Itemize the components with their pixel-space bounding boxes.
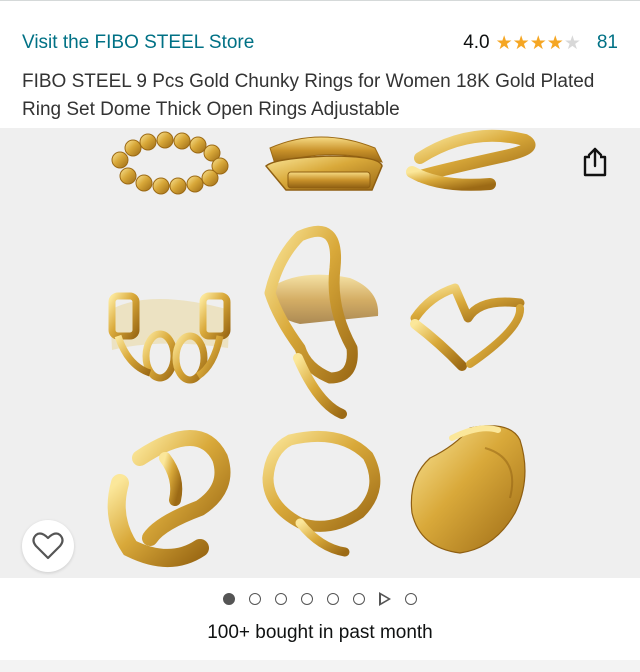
ring-abstract-loop (264, 225, 379, 419)
heart-icon (32, 532, 64, 560)
star-icon: ★ (512, 32, 530, 54)
product-image-gallery[interactable] (0, 128, 640, 578)
image-dot[interactable] (249, 593, 261, 605)
ring-chain-links (108, 292, 231, 384)
ring-zigzag (410, 283, 525, 371)
product-image (107, 129, 536, 567)
store-link[interactable]: Visit the FIBO STEEL Store (22, 32, 254, 54)
ring-open-oval (262, 430, 381, 557)
ring-dome-heart (410, 425, 526, 554)
image-dot[interactable] (301, 593, 313, 605)
video-play-icon[interactable] (379, 592, 391, 606)
image-dot[interactable] (353, 593, 365, 605)
product-title: FIBO STEEL 9 Pcs Gold Chunky Rings for W… (22, 71, 595, 120)
image-dot[interactable] (405, 593, 417, 605)
image-pagination (0, 588, 640, 610)
store-rating-row: Visit the FIBO STEEL Store 4.0 ★ ★ ★ ★ ★… (22, 28, 618, 58)
image-dot[interactable] (223, 593, 235, 605)
star-icon: ★ (546, 32, 564, 54)
share-button[interactable] (573, 140, 617, 184)
rating-count[interactable]: 81 (597, 32, 618, 54)
ring-beaded (111, 131, 229, 195)
bought-in-past-month: 100+ bought in past month (207, 622, 433, 643)
rating[interactable]: 4.0 ★ ★ ★ ★ ★ 81 (463, 32, 618, 54)
favorite-button[interactable] (22, 520, 74, 572)
top-divider (0, 0, 640, 1)
star-icon: ★ (529, 32, 547, 54)
section-divider (0, 660, 640, 672)
image-dot[interactable] (275, 593, 287, 605)
ring-bar (264, 136, 383, 191)
share-icon (583, 147, 607, 177)
star-empty-icon: ★ (563, 32, 581, 54)
star-rating: ★ ★ ★ ★ ★ (496, 34, 581, 53)
ring-swirl (107, 430, 231, 567)
star-icon: ★ (495, 32, 513, 54)
image-dot[interactable] (327, 593, 339, 605)
rating-value: 4.0 (463, 32, 490, 53)
ring-wrap (406, 129, 536, 191)
